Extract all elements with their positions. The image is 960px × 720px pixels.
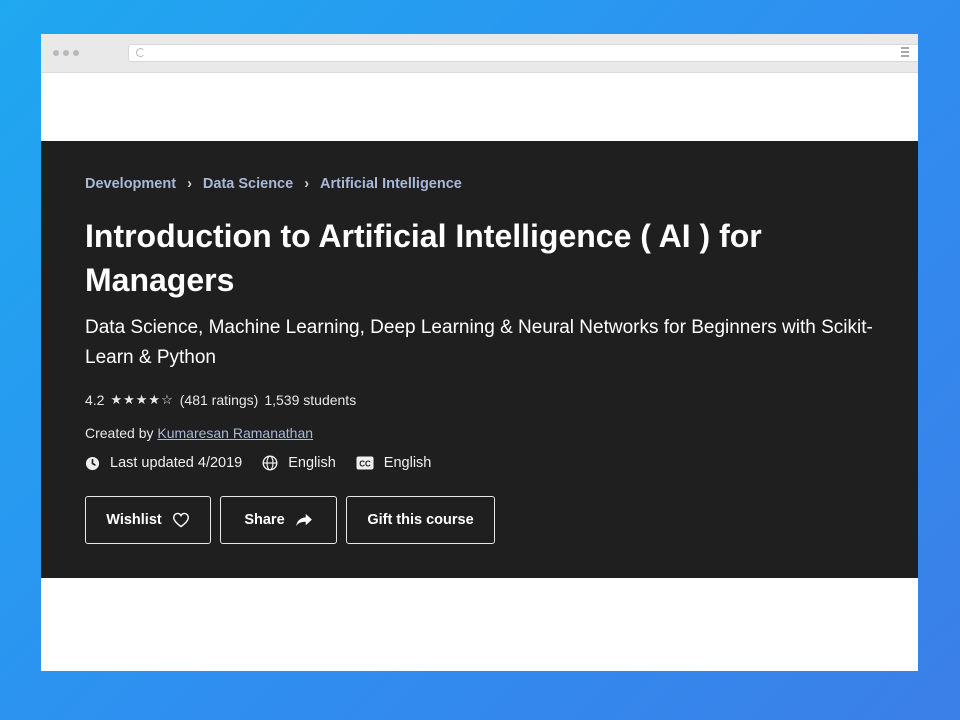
window-dot-icon[interactable] <box>63 50 69 56</box>
last-updated-text: Last updated 4/2019 <box>110 455 243 471</box>
breadcrumb-data-science[interactable]: Data Science <box>203 176 293 192</box>
course-captions: CC English <box>356 455 432 471</box>
rating-row: 4.2 ★★★★☆ (481 ratings) 1,539 students <box>85 392 356 408</box>
window-controls <box>53 50 79 56</box>
browser-chrome <box>41 34 918 73</box>
course-title: Introduction to Artificial Intelligence … <box>85 218 762 298</box>
breadcrumb-artificial-intelligence[interactable]: Artificial Intelligence <box>320 176 462 192</box>
breadcrumb-development[interactable]: Development <box>85 176 176 192</box>
address-bar[interactable] <box>128 44 918 62</box>
wishlist-label: Wishlist <box>106 512 162 528</box>
share-label: Share <box>244 512 285 528</box>
course-language: English <box>262 455 336 471</box>
heart-icon <box>172 512 189 528</box>
last-updated: Last updated 4/2019 <box>85 455 242 471</box>
globe-icon <box>262 455 278 471</box>
chevron-right-icon: › <box>187 176 192 192</box>
hamburger-menu-icon[interactable] <box>901 47 909 59</box>
svg-text:CC: CC <box>359 460 371 469</box>
update-icon <box>85 456 100 470</box>
wishlist-button[interactable]: Wishlist <box>85 496 211 544</box>
chevron-right-icon: › <box>304 176 310 192</box>
share-button[interactable]: Share <box>220 496 337 544</box>
window-dot-icon[interactable] <box>73 50 79 56</box>
gift-label: Gift this course <box>367 512 474 528</box>
instructor-link[interactable]: Kumaresan Ramanathan <box>157 425 313 441</box>
gift-course-button[interactable]: Gift this course <box>346 496 495 544</box>
students-count: 1,539 students <box>264 392 357 408</box>
course-meta: Last updated 4/2019 English CC English <box>85 455 451 471</box>
rating-value: 4.2 <box>85 392 105 408</box>
browser-window: Development › Data Science › Artificial … <box>41 34 918 671</box>
created-by: Created by Kumaresan Ramanathan <box>85 425 313 441</box>
cc-icon: CC <box>356 456 374 470</box>
star-rating-icon: ★★★★☆ <box>110 392 174 407</box>
course-actions: Wishlist Share Gift this course <box>85 496 495 544</box>
language-text: English <box>288 455 336 471</box>
reload-icon[interactable] <box>136 48 145 57</box>
breadcrumb: Development › Data Science › Artificial … <box>85 176 462 192</box>
ratings-count[interactable]: (481 ratings) <box>180 392 259 408</box>
captions-text: English <box>383 455 432 471</box>
window-dot-icon[interactable] <box>53 50 59 56</box>
created-by-label: Created by <box>85 425 154 441</box>
course-subtitle: Data Science, Machine Learning, Deep Lea… <box>85 317 873 368</box>
course-hero: Development › Data Science › Artificial … <box>41 141 918 578</box>
share-arrow-icon <box>295 513 312 527</box>
